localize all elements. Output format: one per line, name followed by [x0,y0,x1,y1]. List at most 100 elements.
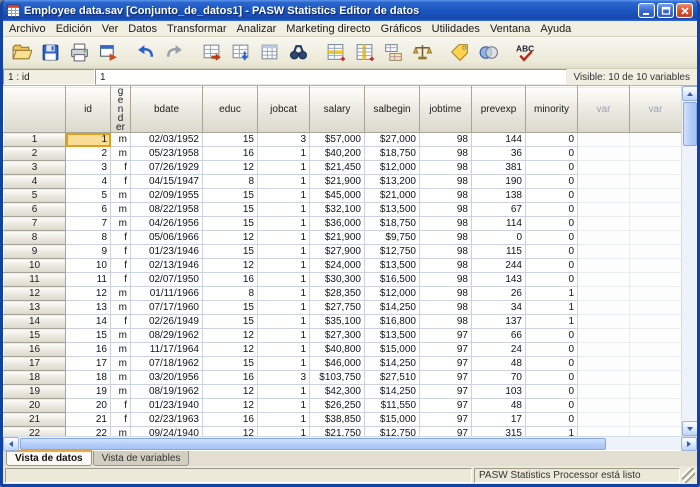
cell-salbegin-row16[interactable]: $15,000 [365,343,420,357]
cell-educ-row20[interactable]: 12 [203,399,258,413]
cell-jobtime-row10[interactable]: 98 [420,259,472,273]
cell-jobcat-row6[interactable]: 1 [258,203,310,217]
cell-var-row16[interactable] [578,343,630,357]
cell-salbegin-row2[interactable]: $18,750 [365,147,420,161]
cell-jobtime-row16[interactable]: 97 [420,343,472,357]
cell-salbegin-row8[interactable]: $9,750 [365,231,420,245]
cell-minority-row6[interactable]: 0 [526,203,578,217]
row-number-6[interactable]: 6 [4,203,66,217]
cell-educ-row14[interactable]: 15 [203,315,258,329]
cell-jobtime-row8[interactable]: 98 [420,231,472,245]
cell-salary-row17[interactable]: $46,000 [310,357,365,371]
save-icon[interactable] [37,40,63,66]
cell-educ-row15[interactable]: 12 [203,329,258,343]
cell-prevexp-row8[interactable]: 0 [472,231,526,245]
row-number-14[interactable]: 14 [4,315,66,329]
cell-gender-row13[interactable]: m [111,301,131,315]
cell-minority-row9[interactable]: 0 [526,245,578,259]
cell-id-row12[interactable]: 12 [66,287,111,301]
cell-id-row17[interactable]: 17 [66,357,111,371]
cell-minority-row10[interactable]: 0 [526,259,578,273]
cell-salbegin-row17[interactable]: $14,250 [365,357,420,371]
cell-salary-row6[interactable]: $32,100 [310,203,365,217]
cell-gender-row19[interactable]: m [111,385,131,399]
cell-jobtime-row13[interactable]: 98 [420,301,472,315]
maximize-button[interactable] [657,3,674,18]
cell-jobcat-row5[interactable]: 1 [258,189,310,203]
row-number-8[interactable]: 8 [4,231,66,245]
menu-edici-n[interactable]: Edición [51,22,97,36]
cell-bdate-row6[interactable]: 08/22/1958 [131,203,203,217]
title-bar[interactable]: Employee data.sav [Conjunto_de_datos1] -… [3,0,697,21]
cell-var-row17[interactable] [630,357,682,371]
cell-id-row10[interactable]: 10 [66,259,111,273]
cell-educ-row9[interactable]: 15 [203,245,258,259]
column-header-prevexp[interactable]: prevexp [472,87,526,133]
cell-var-row4[interactable] [578,175,630,189]
cell-educ-row18[interactable]: 16 [203,371,258,385]
cell-bdate-row7[interactable]: 04/26/1956 [131,217,203,231]
menu-archivo[interactable]: Archivo [4,22,51,36]
cell-prevexp-row2[interactable]: 36 [472,147,526,161]
cell-jobtime-row2[interactable]: 98 [420,147,472,161]
cell-var-row15[interactable] [578,329,630,343]
row-number-3[interactable]: 3 [4,161,66,175]
cell-jobcat-row8[interactable]: 1 [258,231,310,245]
cell-bdate-row21[interactable]: 02/23/1963 [131,413,203,427]
row-number-17[interactable]: 17 [4,357,66,371]
cell-educ-row2[interactable]: 16 [203,147,258,161]
cell-salary-row14[interactable]: $35,100 [310,315,365,329]
scroll-right-button[interactable] [681,437,697,451]
cell-jobtime-row21[interactable]: 97 [420,413,472,427]
cell-var-row7[interactable] [630,217,682,231]
split-file-icon[interactable] [380,40,406,66]
scroll-up-button[interactable] [682,86,697,101]
column-header-id[interactable]: id [66,87,111,133]
cell-salary-row11[interactable]: $30,300 [310,273,365,287]
cell-salbegin-row20[interactable]: $11,550 [365,399,420,413]
scroll-down-button[interactable] [682,421,697,436]
cell-minority-row15[interactable]: 0 [526,329,578,343]
column-header-var-2[interactable]: var [630,87,682,133]
cell-jobtime-row22[interactable]: 97 [420,427,472,437]
cell-jobtime-row5[interactable]: 98 [420,189,472,203]
cell-salary-row18[interactable]: $103,750 [310,371,365,385]
row-number-16[interactable]: 16 [4,343,66,357]
cell-var-row21[interactable] [578,413,630,427]
menu-datos[interactable]: Datos [123,22,162,36]
cell-jobcat-row19[interactable]: 1 [258,385,310,399]
cell-jobtime-row7[interactable]: 98 [420,217,472,231]
cell-id-row3[interactable]: 3 [66,161,111,175]
cell-bdate-row5[interactable]: 02/09/1955 [131,189,203,203]
cell-bdate-row13[interactable]: 07/17/1960 [131,301,203,315]
cell-salbegin-row19[interactable]: $14,250 [365,385,420,399]
cell-salbegin-row3[interactable]: $12,000 [365,161,420,175]
weight-cases-icon[interactable] [409,40,435,66]
cell-id-row1[interactable]: 1 [66,133,111,147]
cell-gender-row17[interactable]: m [111,357,131,371]
cell-gender-row15[interactable]: m [111,329,131,343]
find-icon[interactable] [285,40,311,66]
cell-jobcat-row18[interactable]: 3 [258,371,310,385]
row-number-20[interactable]: 20 [4,399,66,413]
insert-variable-icon[interactable] [351,40,377,66]
cell-educ-row13[interactable]: 15 [203,301,258,315]
cell-salbegin-row18[interactable]: $27,510 [365,371,420,385]
cell-salbegin-row7[interactable]: $18,750 [365,217,420,231]
cell-educ-row22[interactable]: 12 [203,427,258,437]
cell-educ-row10[interactable]: 12 [203,259,258,273]
cell-bdate-row9[interactable]: 01/23/1946 [131,245,203,259]
cell-educ-row8[interactable]: 12 [203,231,258,245]
undo-icon[interactable] [132,40,158,66]
row-number-4[interactable]: 4 [4,175,66,189]
tab-vista-de-variables[interactable]: Vista de variables [93,451,190,466]
cell-salary-row7[interactable]: $36,000 [310,217,365,231]
cell-salary-row16[interactable]: $40,800 [310,343,365,357]
cell-id-row21[interactable]: 21 [66,413,111,427]
cell-var-row2[interactable] [578,147,630,161]
cell-salary-row19[interactable]: $42,300 [310,385,365,399]
cell-var-row20[interactable] [630,399,682,413]
resize-grip[interactable] [682,468,695,483]
cell-bdate-row14[interactable]: 02/26/1949 [131,315,203,329]
cell-salary-row2[interactable]: $40,200 [310,147,365,161]
